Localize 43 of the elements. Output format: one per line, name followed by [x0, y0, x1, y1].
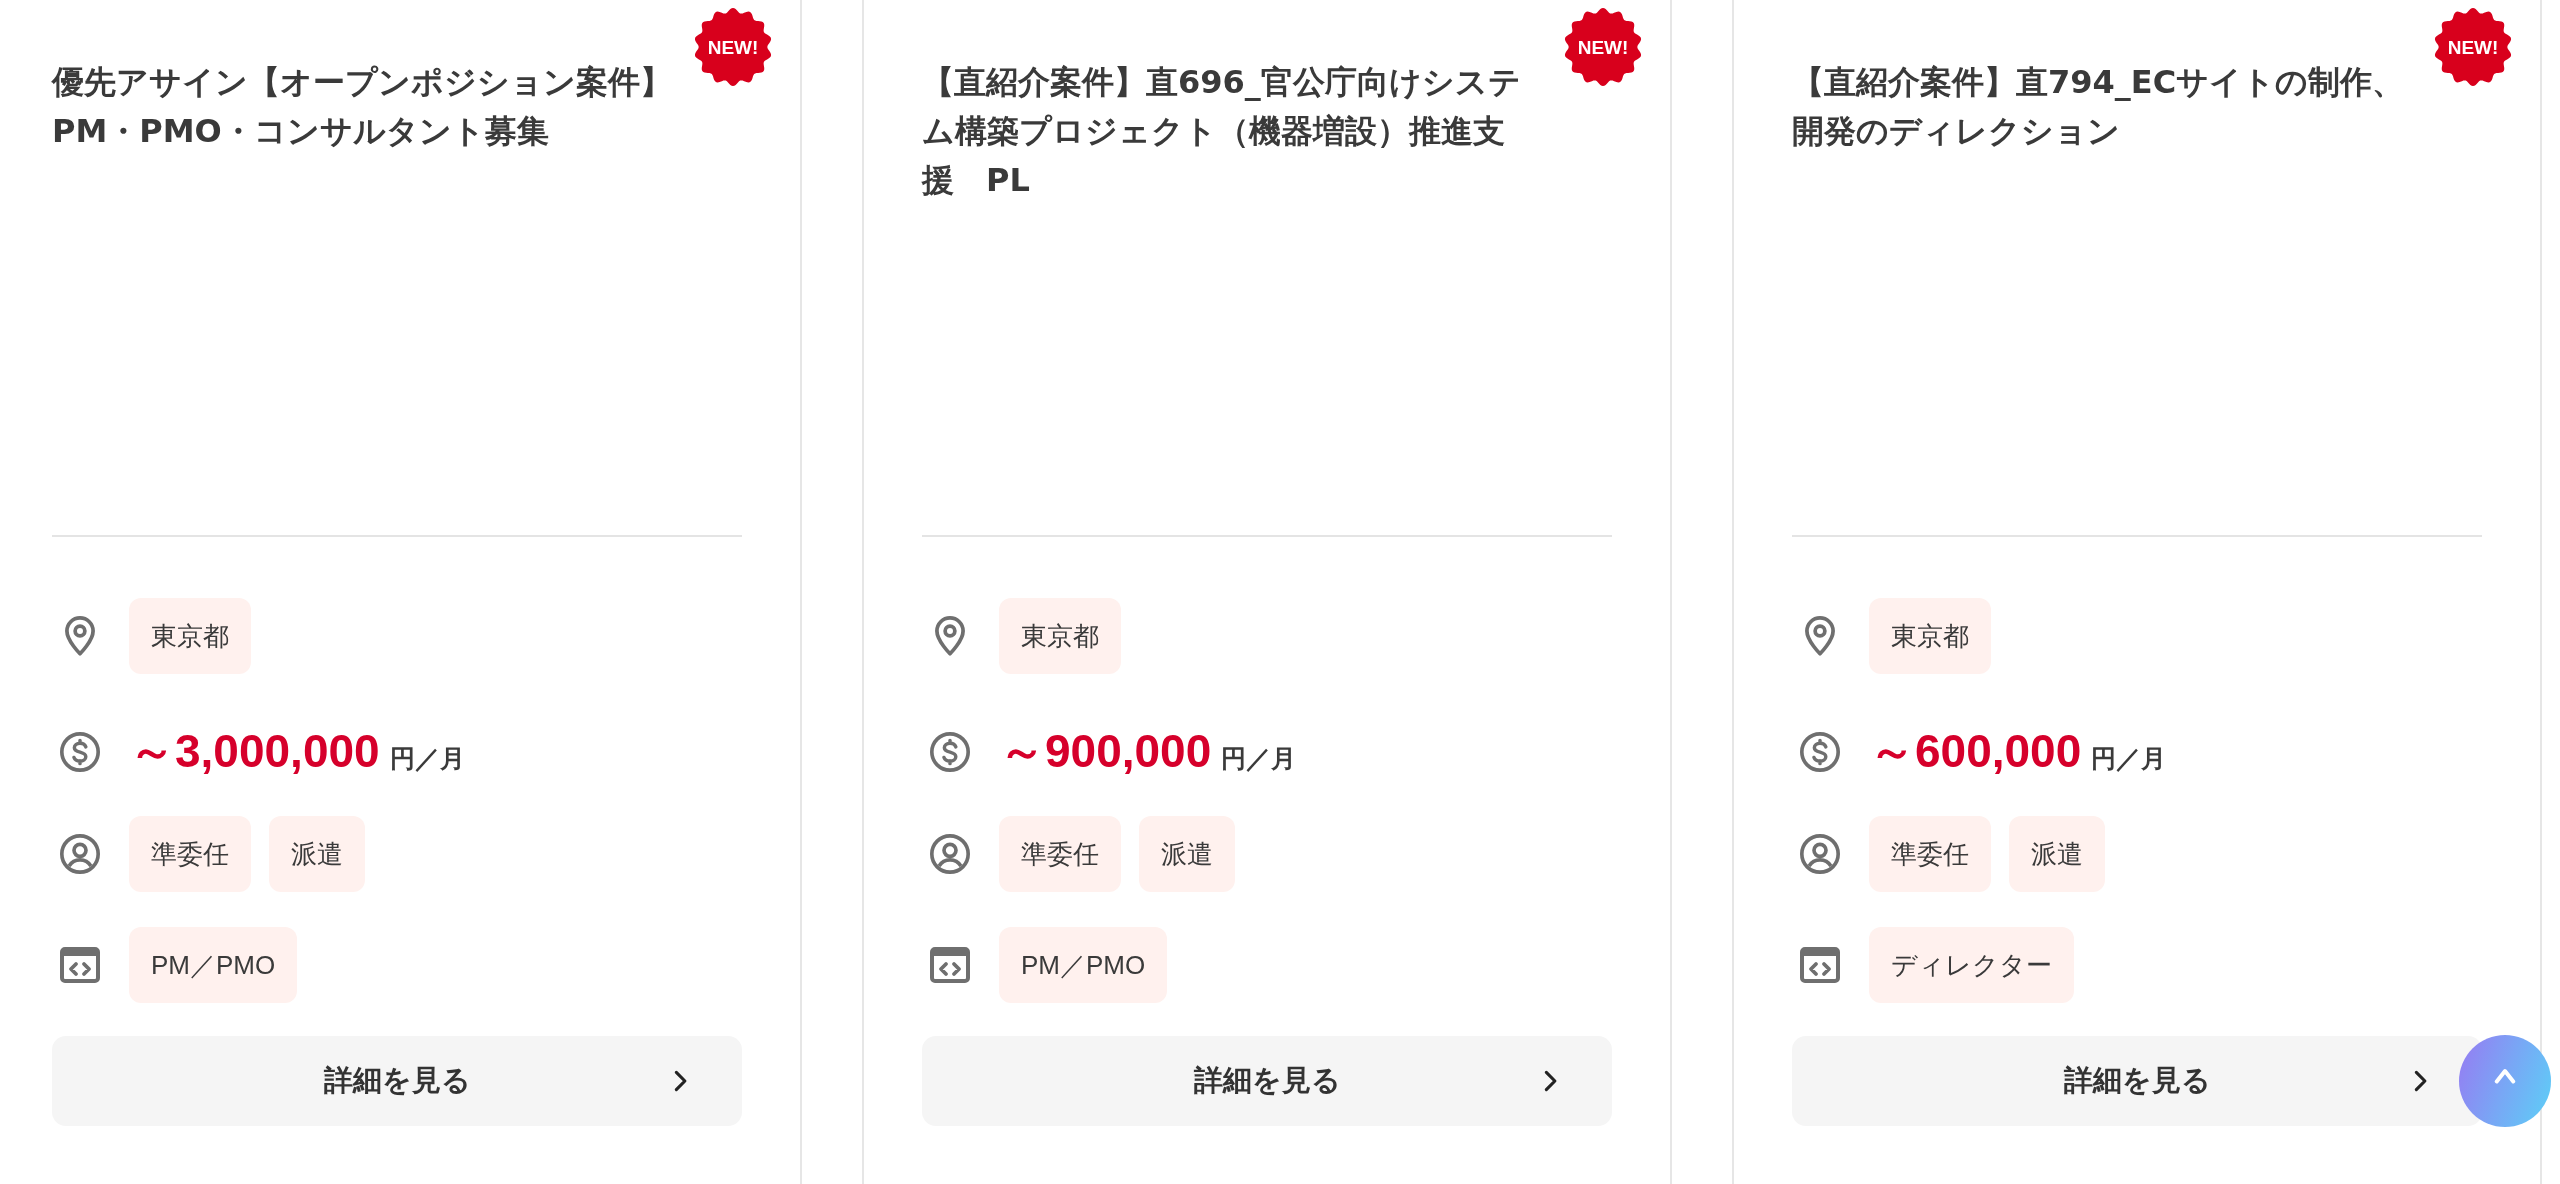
location-pin-icon — [65, 616, 95, 656]
contract-tag: 準委任 — [999, 816, 1121, 892]
chevron-right-icon — [674, 1070, 688, 1092]
code-window-icon — [930, 947, 970, 983]
location-pin-icon — [1805, 616, 1835, 656]
job-title: 【直紹介案件】直794_ECサイトの制作、開発のディレクション — [1792, 62, 2406, 152]
new-badge: NEW! — [694, 8, 772, 86]
location-tag: 東京都 — [1869, 598, 1991, 674]
dollar-coin-icon — [1800, 731, 1840, 772]
location-tag: 東京都 — [129, 598, 251, 674]
job-title: 【直紹介案件】直696_官公庁向けシステム構築プロジェクト（機器増設）推進支援 PL — [922, 62, 1522, 201]
new-badge: NEW! — [2434, 8, 2512, 86]
code-window-icon — [60, 947, 100, 983]
job-title: 優先アサイン【オープンポジション案件】PM・PMO・コンサルタント募集 — [52, 62, 673, 152]
details-button[interactable]: 詳細を見る — [52, 1036, 742, 1126]
salary-unit: 円／月 — [2091, 743, 2167, 774]
location-tag: 東京都 — [999, 598, 1121, 674]
user-circle-icon — [1800, 834, 1840, 874]
details-button[interactable]: 詳細を見る — [1792, 1036, 2482, 1126]
chevron-right-icon — [2414, 1070, 2428, 1092]
salary-unit: 円／月 — [1221, 743, 1297, 774]
category-tag: PM／PMO — [999, 927, 1168, 1003]
category-tag: PM／PMO — [129, 927, 298, 1003]
contract-tag: 派遣 — [2009, 816, 2105, 892]
details-button[interactable]: 詳細を見る — [922, 1036, 1612, 1126]
salary-amount: ～3,000,000 — [129, 728, 380, 774]
location-pin-icon — [935, 616, 965, 656]
salary-amount: ～900,000 — [999, 728, 1212, 774]
code-window-icon — [1800, 947, 1840, 983]
salary-unit: 円／月 — [389, 743, 465, 774]
chevron-up-icon — [2494, 1068, 2516, 1084]
category-tag: ディレクター — [1869, 927, 2074, 1003]
contract-tag: 準委任 — [129, 816, 251, 892]
new-badge: NEW! — [1564, 8, 1642, 86]
user-circle-icon — [930, 834, 970, 874]
user-circle-icon — [60, 834, 100, 874]
contract-tag: 派遣 — [1139, 816, 1235, 892]
salary-amount: ～600,000 — [1869, 728, 2082, 774]
chevron-right-icon — [1544, 1070, 1558, 1092]
dollar-coin-icon — [60, 731, 100, 772]
contract-tag: 派遣 — [269, 816, 365, 892]
dollar-coin-icon — [930, 731, 970, 772]
contract-tag: 準委任 — [1869, 816, 1991, 892]
